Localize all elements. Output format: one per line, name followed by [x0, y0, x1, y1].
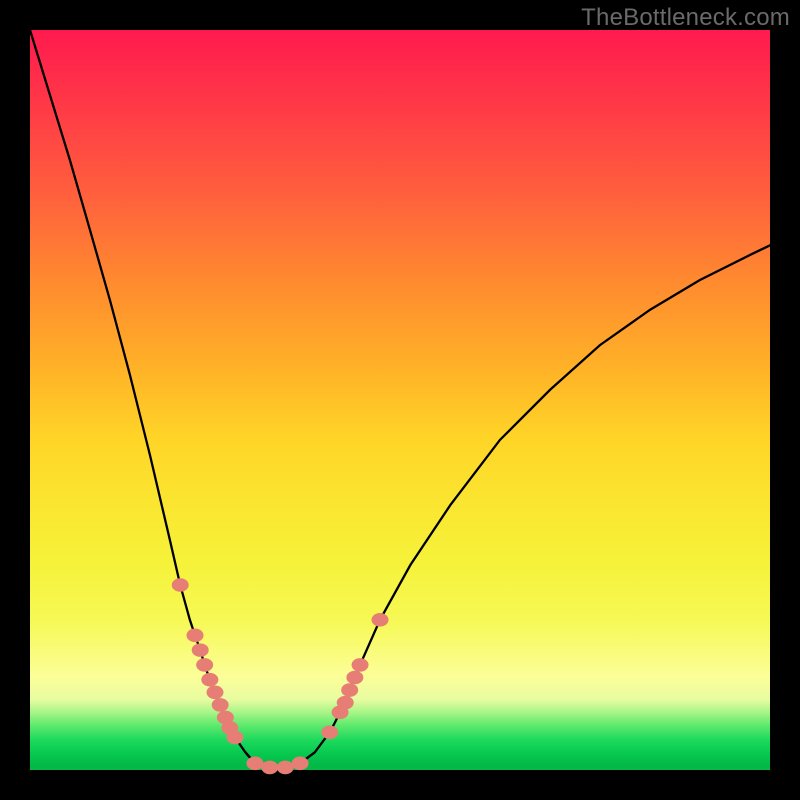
data-marker — [196, 658, 213, 672]
chart-svg — [30, 30, 770, 770]
data-marker — [207, 686, 224, 700]
data-marker — [212, 698, 229, 712]
data-marker — [346, 671, 363, 685]
curve-right_branch — [300, 245, 770, 763]
data-marker — [337, 696, 354, 710]
data-marker — [321, 725, 338, 739]
data-marker — [192, 643, 209, 657]
data-marker — [201, 673, 218, 687]
data-marker — [187, 629, 204, 643]
data-marker — [352, 658, 369, 672]
watermark-text: TheBottleneck.com — [581, 4, 790, 32]
data-marker — [372, 613, 389, 627]
plot-area — [30, 30, 770, 770]
data-marker — [292, 757, 309, 771]
data-marker — [341, 683, 358, 697]
chart-frame: TheBottleneck.com — [0, 0, 800, 800]
data-marker — [172, 578, 189, 592]
data-marker — [246, 757, 263, 771]
data-marker — [226, 731, 243, 745]
data-marker — [277, 761, 294, 775]
data-marker — [261, 761, 278, 775]
curve-left_branch — [30, 30, 255, 763]
